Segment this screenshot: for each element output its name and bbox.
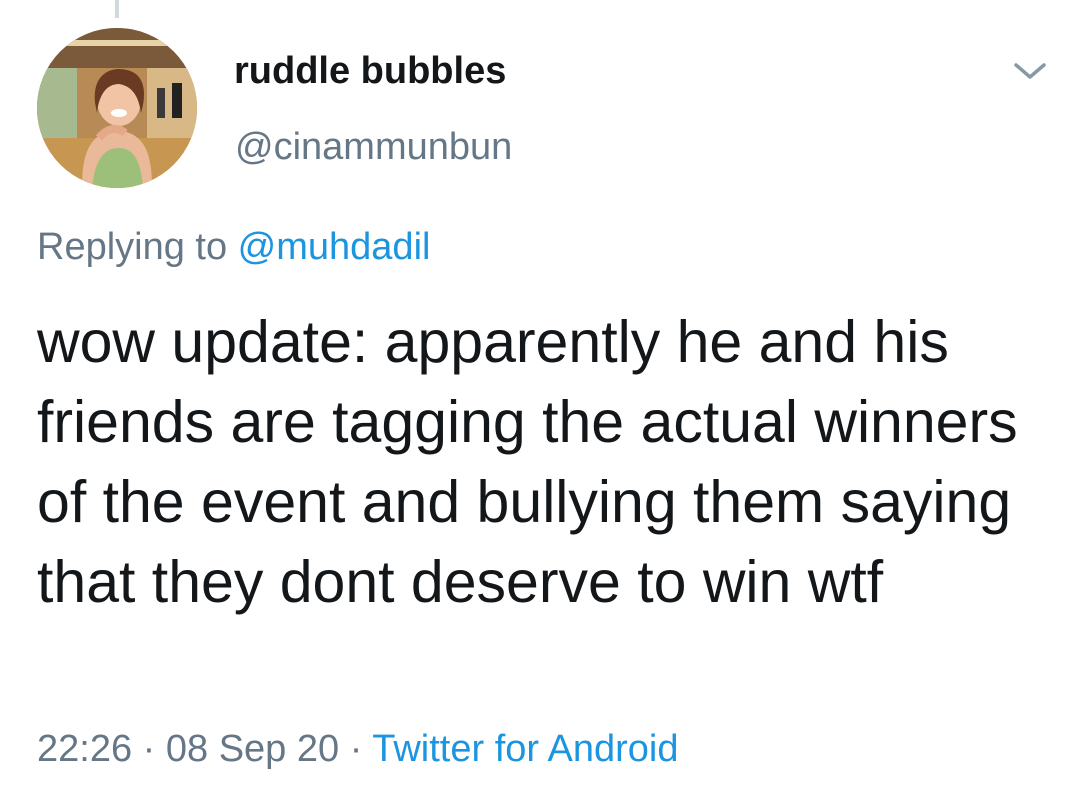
display-name[interactable]: ruddle bubbles [234, 50, 506, 93]
replying-to: Replying to @muhdadil [37, 226, 430, 269]
tweet-meta: 22:26 · 08 Sep 20 · Twitter for Android [37, 728, 678, 771]
replying-to-label: Replying to [37, 226, 238, 268]
chevron-down-icon[interactable] [1010, 55, 1050, 87]
user-handle[interactable]: @cinammunbun [235, 126, 512, 169]
tweet-source-link[interactable]: Twitter for Android [372, 728, 678, 770]
reply-mention-link[interactable]: @muhdadil [238, 226, 431, 268]
meta-separator: · [132, 728, 166, 770]
thread-connector-line [115, 0, 119, 18]
avatar[interactable] [37, 28, 197, 188]
avatar-photo [37, 28, 197, 188]
tweet-text: wow update: apparently he and his friend… [37, 309, 1018, 615]
meta-separator: · [339, 728, 373, 770]
tweet-time: 22:26 [37, 728, 133, 770]
tweet-date: 08 Sep 20 [165, 728, 340, 770]
